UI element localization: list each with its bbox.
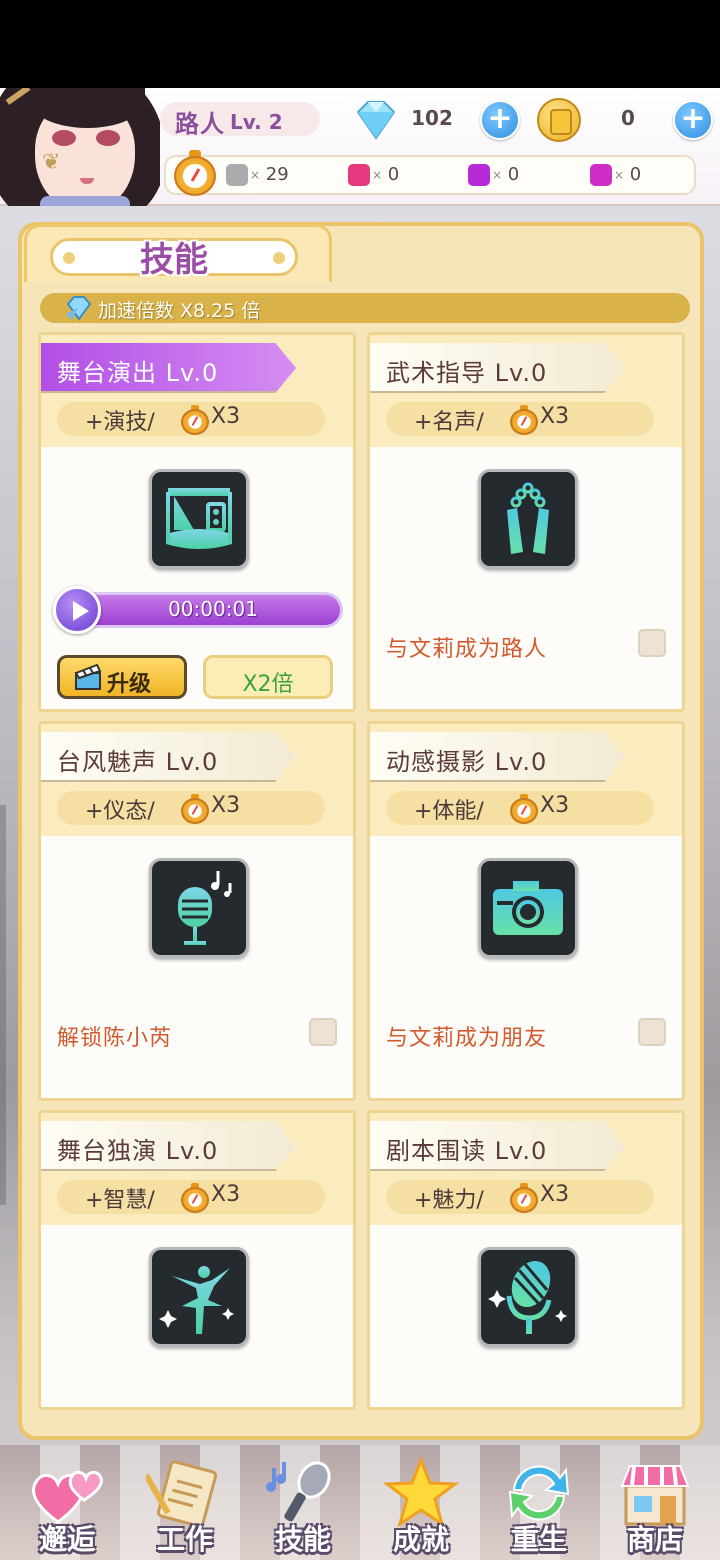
skill-card: 武术指导 Lv.0 +名声/ X3 与文莉成为路人: [367, 332, 685, 712]
resource-purple-value: 0: [507, 164, 520, 185]
camera-icon[interactable]: [478, 858, 578, 958]
skill-stat: +仪态/: [85, 799, 155, 824]
skill-card: 舞台演出 Lv.0 +演技/ X3 00:00:01 升级 X2倍: [38, 332, 356, 712]
microphone-icon[interactable]: [149, 858, 249, 958]
skill-title: 剧本围读 Lv.0: [386, 1137, 548, 1165]
speed-multiplier: 加速倍数 X8.25 倍: [98, 300, 261, 322]
player-level: Lv. 2: [230, 110, 283, 134]
resource-pink-value: 0: [387, 164, 400, 185]
stopwatch-icon: [181, 794, 209, 824]
player-name: 路人: [175, 110, 225, 138]
unlock-checkbox[interactable]: [638, 629, 666, 657]
skill-title: 舞台独演 Lv.0: [57, 1137, 219, 1165]
gray-block-icon: [226, 164, 248, 186]
skill-title: 武术指导 Lv.0: [386, 359, 548, 387]
skill-multiplier: X3: [540, 404, 570, 429]
purple-block-icon: [468, 164, 490, 186]
skill-multiplier: X3: [540, 1182, 570, 1207]
nav-label: 成就: [392, 1523, 449, 1556]
diamond-speed-icon: [64, 294, 94, 322]
skill-multiplier: X3: [211, 404, 241, 429]
skill-multiplier: X3: [540, 793, 570, 818]
skill-title: 动感摄影 Lv.0: [386, 748, 548, 776]
unlock-condition: 与文莉成为朋友: [386, 1026, 548, 1051]
skill-stat: +名声/: [414, 410, 484, 435]
skill-card: 动感摄影 Lv.0 +体能/ X3 与文莉成为朋友: [367, 721, 685, 1101]
player-avatar[interactable]: ❦: [0, 88, 160, 206]
nav-label: 技能: [274, 1523, 331, 1556]
skill-stat: +演技/: [85, 410, 155, 435]
resource-pink: × 0: [348, 164, 399, 186]
skill-stat: +体能/: [414, 799, 484, 824]
nav-encounter[interactable]: 邂逅: [12, 1452, 122, 1556]
nunchaku-icon[interactable]: [478, 469, 578, 569]
resource-magenta: × 0: [590, 164, 641, 186]
stopwatch-icon: [174, 150, 218, 196]
skill-progress-time: 00:00:01: [168, 597, 258, 621]
stage-icon[interactable]: [149, 469, 249, 569]
nav-work[interactable]: 工作: [130, 1452, 240, 1556]
unlock-condition: 解锁陈小芮: [57, 1026, 173, 1051]
ballet-dancer-icon[interactable]: [149, 1247, 249, 1347]
avatar-eye: [52, 130, 76, 146]
diamond-icon: [352, 98, 400, 142]
add-gems-button[interactable]: +: [480, 100, 520, 140]
stopwatch-icon: [510, 405, 538, 435]
double-speed-label: X2倍: [242, 672, 294, 697]
gem-count: 102: [411, 106, 453, 130]
unlock-checkbox[interactable]: [638, 1018, 666, 1046]
skill-card: 舞台独演 Lv.0 +智慧/ X3: [38, 1110, 356, 1410]
stopwatch-icon: [181, 1183, 209, 1213]
nav-achievement[interactable]: 成就: [366, 1452, 476, 1556]
coin-count: 0: [621, 106, 635, 130]
clapperboard-icon: [73, 661, 105, 693]
add-coins-button[interactable]: +: [673, 100, 713, 140]
resource-gray: × 29: [226, 164, 289, 186]
nav-label: 工作: [156, 1523, 213, 1556]
skill-card: 剧本围读 Lv.0 +魅力/ X3: [367, 1110, 685, 1410]
skill-title: 舞台演出 Lv.0: [57, 359, 219, 387]
resource-magenta-value: 0: [629, 164, 642, 185]
avatar-collar: [40, 196, 130, 206]
skill-stat: +魅力/: [414, 1188, 484, 1213]
skill-multiplier: X3: [211, 1182, 241, 1207]
magenta-block-icon: [590, 164, 612, 186]
nav-rebirth[interactable]: 重生: [484, 1452, 594, 1556]
skill-card: 台风魅声 Lv.0 +仪态/ X3 解锁陈小芮: [38, 721, 356, 1101]
skill-multiplier: X3: [211, 793, 241, 818]
stopwatch-icon: [510, 794, 538, 824]
resource-gray-value: 29: [265, 164, 289, 185]
status-bar: [0, 0, 720, 88]
nav-skills[interactable]: 技能: [248, 1452, 358, 1556]
unlock-checkbox[interactable]: [309, 1018, 337, 1046]
gold-coin-icon: [537, 98, 581, 142]
nav-label: 重生: [510, 1523, 567, 1556]
upgrade-label: 升级: [107, 672, 152, 697]
unlock-condition: 与文莉成为路人: [386, 637, 548, 662]
pink-block-icon: [348, 164, 370, 186]
nav-label: 邂逅: [38, 1523, 95, 1556]
skill-title: 台风魅声 Lv.0: [57, 748, 219, 776]
nav-shop[interactable]: 商店: [600, 1452, 710, 1556]
retro-microphone-icon[interactable]: [478, 1247, 578, 1347]
avatar-eye: [96, 130, 120, 146]
stopwatch-icon: [181, 405, 209, 435]
play-button[interactable]: [53, 586, 101, 634]
skill-stat: +智慧/: [85, 1188, 155, 1213]
resource-purple: × 0: [468, 164, 519, 186]
butterfly-icon: ❦: [42, 150, 61, 175]
panel-title: 技能: [140, 240, 208, 280]
nav-label: 商店: [626, 1523, 683, 1556]
stopwatch-icon: [510, 1183, 538, 1213]
